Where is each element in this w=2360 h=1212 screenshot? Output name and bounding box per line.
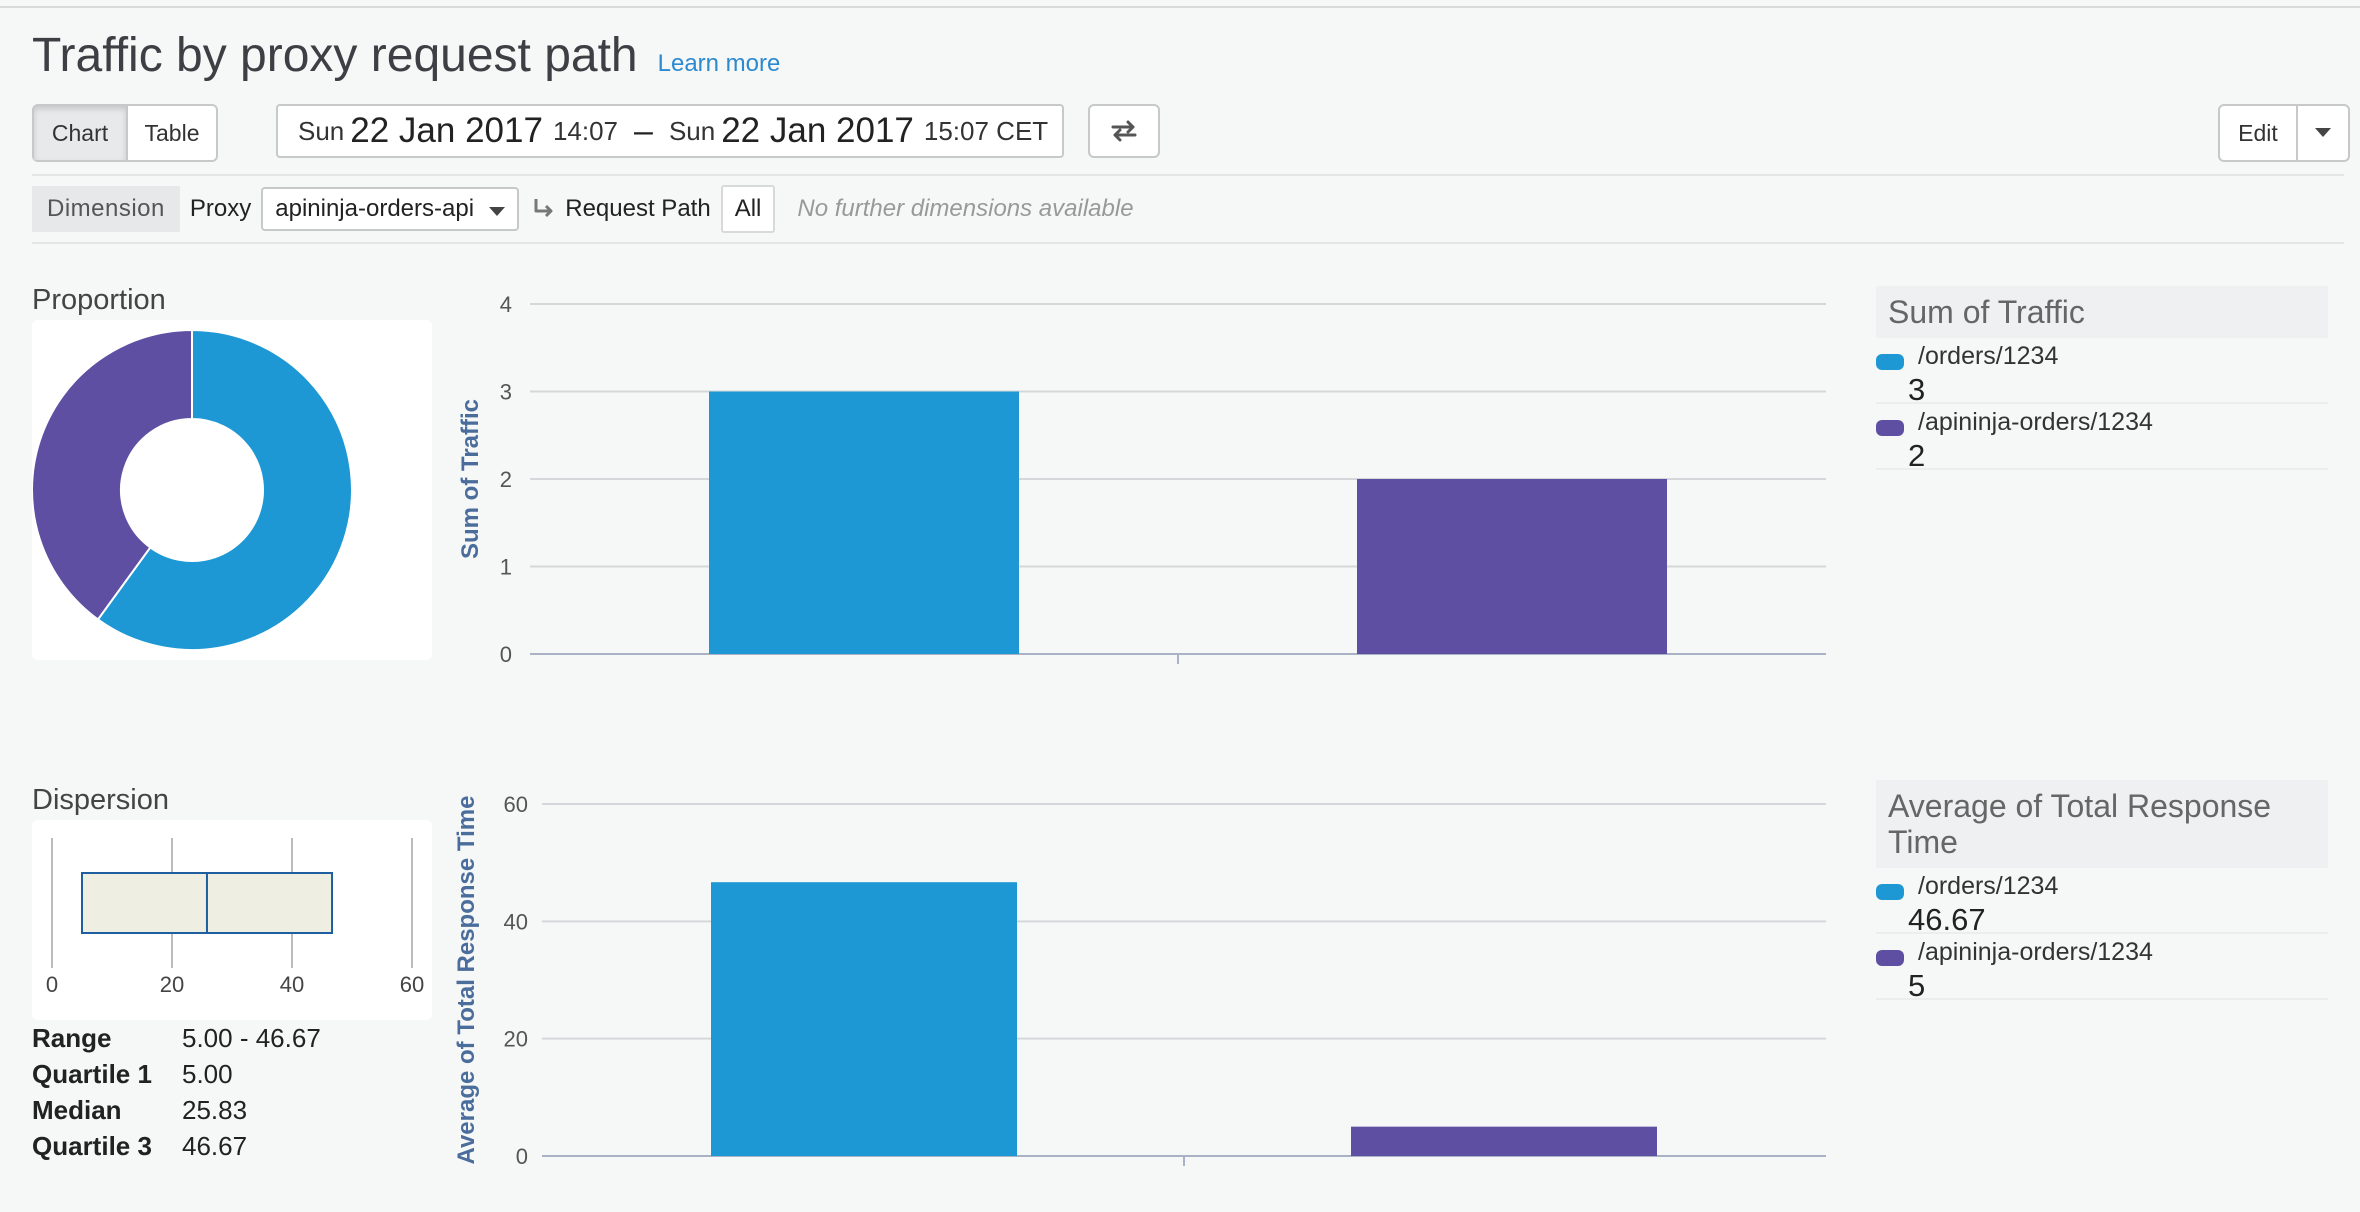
box-plot: 0 20 40 60: [46, 838, 424, 997]
x-tick-label: 0: [46, 972, 58, 997]
date-separator: –: [634, 111, 653, 150]
legend-item-name: /apininja-orders/1234: [1918, 408, 2153, 436]
x-tick-label: 60: [400, 972, 424, 997]
end-date: 22 Jan 2017: [721, 111, 914, 150]
start-day: Sun: [298, 115, 345, 146]
proxy-select-value: apininja-orders-api: [275, 195, 475, 222]
dispersion-title: Dispersion: [32, 784, 169, 816]
legend-swatch: [1876, 884, 1904, 900]
stat-row: Median 25.83: [32, 1092, 321, 1128]
start-date: 22 Jan 2017: [350, 111, 543, 150]
legend-item: /orders/1234 3: [1876, 338, 2328, 407]
page-title: Traffic by proxy request path: [32, 29, 638, 82]
response-time-bar-chart: 0 20 40 60 Average of Total Response Time: [453, 792, 1826, 1169]
y-tick-label: 3: [500, 380, 512, 405]
stat-key: Quartile 1: [32, 1058, 152, 1089]
request-path-all-button[interactable]: All: [720, 185, 776, 233]
response-legend: Average of Total Response Time /orders/1…: [1876, 780, 2328, 1003]
legend-item: /orders/1234 46.67: [1876, 868, 2328, 937]
dispersion-stats: Range 5.00 - 46.67 Quartile 1 5.00 Median 2…: [32, 1020, 321, 1164]
legend-item: /apininja-orders/1234 5: [1876, 934, 2328, 1003]
y-tick-label: 1: [500, 555, 512, 580]
request-path-label: Request Path: [565, 195, 711, 222]
legend-swatch: [1876, 420, 1904, 436]
y-tick-label: 20: [504, 1027, 528, 1052]
table-tab[interactable]: Table: [128, 106, 216, 160]
edit-dropdown-button[interactable]: [2298, 106, 2348, 160]
traffic-legend: Sum of Traffic /orders/1234 3 /apininja-…: [1876, 286, 2328, 473]
traffic-legend-title: Sum of Traffic: [1876, 286, 2328, 338]
stat-key: Quartile 3: [32, 1130, 152, 1161]
response-legend-title: Average of Total Response Time: [1876, 780, 2328, 868]
edit-group: Edit: [2218, 104, 2350, 162]
end-time: 15:07 CET: [923, 115, 1049, 146]
legend-swatch: [1876, 950, 1904, 966]
stat-key: Median: [32, 1094, 122, 1125]
stat-key: Range: [32, 1022, 112, 1053]
legend-item-value: 5: [1908, 968, 1926, 1003]
end-day: Sun: [668, 115, 716, 146]
stat-row: Quartile 3 46.67: [32, 1128, 321, 1164]
legend-item-name: /orders/1234: [1918, 342, 2059, 370]
legend-item-value: 3: [1908, 372, 1926, 407]
top-divider: [0, 6, 2360, 8]
stat-value: 25.83: [182, 1094, 248, 1125]
proxy-select[interactable]: apininja-orders-api: [261, 187, 520, 231]
divider: [32, 242, 2344, 244]
y-tick-label: 40: [504, 909, 528, 934]
date-range-picker[interactable]: Sun 22 Jan 2017 14:07 – Sun 22 Jan 2017 …: [276, 104, 1064, 158]
dispersion-card: 0 20 40 60: [32, 820, 432, 1020]
bar: [1351, 1126, 1657, 1156]
y-tick-label: 60: [504, 792, 528, 817]
y-tick-label: 4: [500, 292, 512, 317]
edit-button[interactable]: Edit: [2220, 106, 2298, 160]
start-time: 14:07: [552, 115, 619, 146]
y-tick-label: 0: [500, 642, 512, 667]
legend-item: /apininja-orders/1234 2: [1876, 404, 2328, 473]
dimension-bar: Dimension Proxy apininja-orders-api Requ…: [32, 184, 1134, 234]
bar: [1357, 479, 1667, 654]
divider: [32, 174, 2344, 176]
x-tick-label: 40: [280, 972, 304, 997]
stat-value: 46.67: [182, 1130, 248, 1161]
drilldown-arrow-icon: [531, 196, 557, 222]
title-row: Traffic by proxy request path Learn more: [32, 28, 780, 88]
proportion-card: [31, 320, 432, 660]
swap-button[interactable]: [1088, 104, 1160, 158]
chart-tab[interactable]: Chart: [34, 106, 128, 160]
bar: [709, 391, 1019, 654]
legend-item-name: /orders/1234: [1918, 872, 2059, 900]
swap-arrows-icon: [1111, 120, 1137, 142]
no-further-dimensions-text: No further dimensions available: [797, 195, 1134, 222]
view-toggle: Chart Table: [32, 104, 218, 162]
traffic-bar-chart: 0 1 2 3 4 Sum of Traffic: [457, 292, 1826, 667]
stat-value: 5.00: [182, 1058, 233, 1089]
dimension-label: Dimension: [32, 186, 180, 232]
y-axis-title: Average of Total Response Time: [453, 796, 480, 1165]
chevron-down-icon: [2315, 128, 2331, 137]
legend-item-name: /apininja-orders/1234: [1918, 938, 2153, 966]
y-tick-label: 0: [516, 1144, 528, 1169]
y-tick-label: 2: [500, 467, 512, 492]
donut-chart: [31, 328, 353, 651]
learn-more-link[interactable]: Learn more: [658, 50, 781, 78]
stat-value: 5.00 - 46.67: [182, 1022, 321, 1053]
legend-item-value: 46.67: [1908, 902, 1986, 937]
proxy-label: Proxy: [189, 195, 252, 222]
chevron-down-icon: [489, 207, 506, 216]
legend-item-value: 2: [1908, 438, 1926, 473]
stat-row: Quartile 1 5.00: [32, 1056, 321, 1092]
bar: [711, 882, 1017, 1156]
x-tick-label: 20: [160, 972, 184, 997]
y-axis-title: Sum of Traffic: [457, 399, 484, 559]
legend-swatch: [1876, 354, 1904, 370]
proportion-title: Proportion: [32, 284, 166, 316]
stat-row: Range 5.00 - 46.67: [32, 1020, 321, 1056]
